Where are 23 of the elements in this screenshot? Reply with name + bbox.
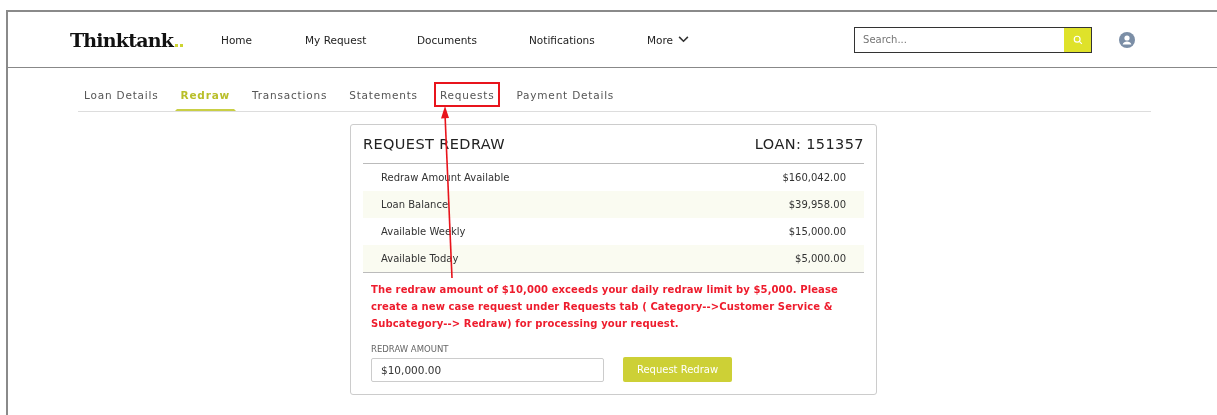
nav-link[interactable]: Notifications	[529, 33, 647, 46]
nav-link[interactable]: Home	[221, 33, 305, 46]
logo[interactable]: Thinktank	[70, 28, 183, 51]
tab[interactable]: Transactions	[246, 82, 334, 111]
tab[interactable]: Requests	[433, 82, 501, 107]
nav-link[interactable]: My Request	[305, 33, 417, 46]
row-label: Loan Balance	[381, 199, 449, 210]
user-avatar-icon[interactable]	[1119, 31, 1136, 48]
chevron-down-icon	[678, 36, 690, 43]
amount-field[interactable]: $10,000.00	[371, 357, 604, 382]
logo-dots-icon	[175, 43, 183, 47]
row-value: $160,042.00	[782, 172, 846, 183]
more-menu[interactable]: More	[647, 33, 690, 46]
row-value: $5,000.00	[795, 253, 846, 264]
loan-number: LOAN: 151357	[754, 136, 864, 152]
tab[interactable]: Loan Details	[78, 82, 165, 111]
error-message: The redraw amount of $10,000 exceeds your daily redraw limit by $5,000. Please create a new case request under Requests tab ( Category-->Customer Service & Subcategory--> Redraw) for processing your request.	[371, 283, 839, 331]
tab[interactable]: Payment Details	[510, 82, 621, 111]
nav-link[interactable]: Documents	[417, 33, 529, 46]
row-value: $15,000.00	[788, 226, 846, 237]
field-label: REDRAW AMOUNT	[371, 344, 450, 354]
row-value: $39,958.00	[788, 199, 846, 210]
tab[interactable]: Statements	[343, 82, 424, 111]
